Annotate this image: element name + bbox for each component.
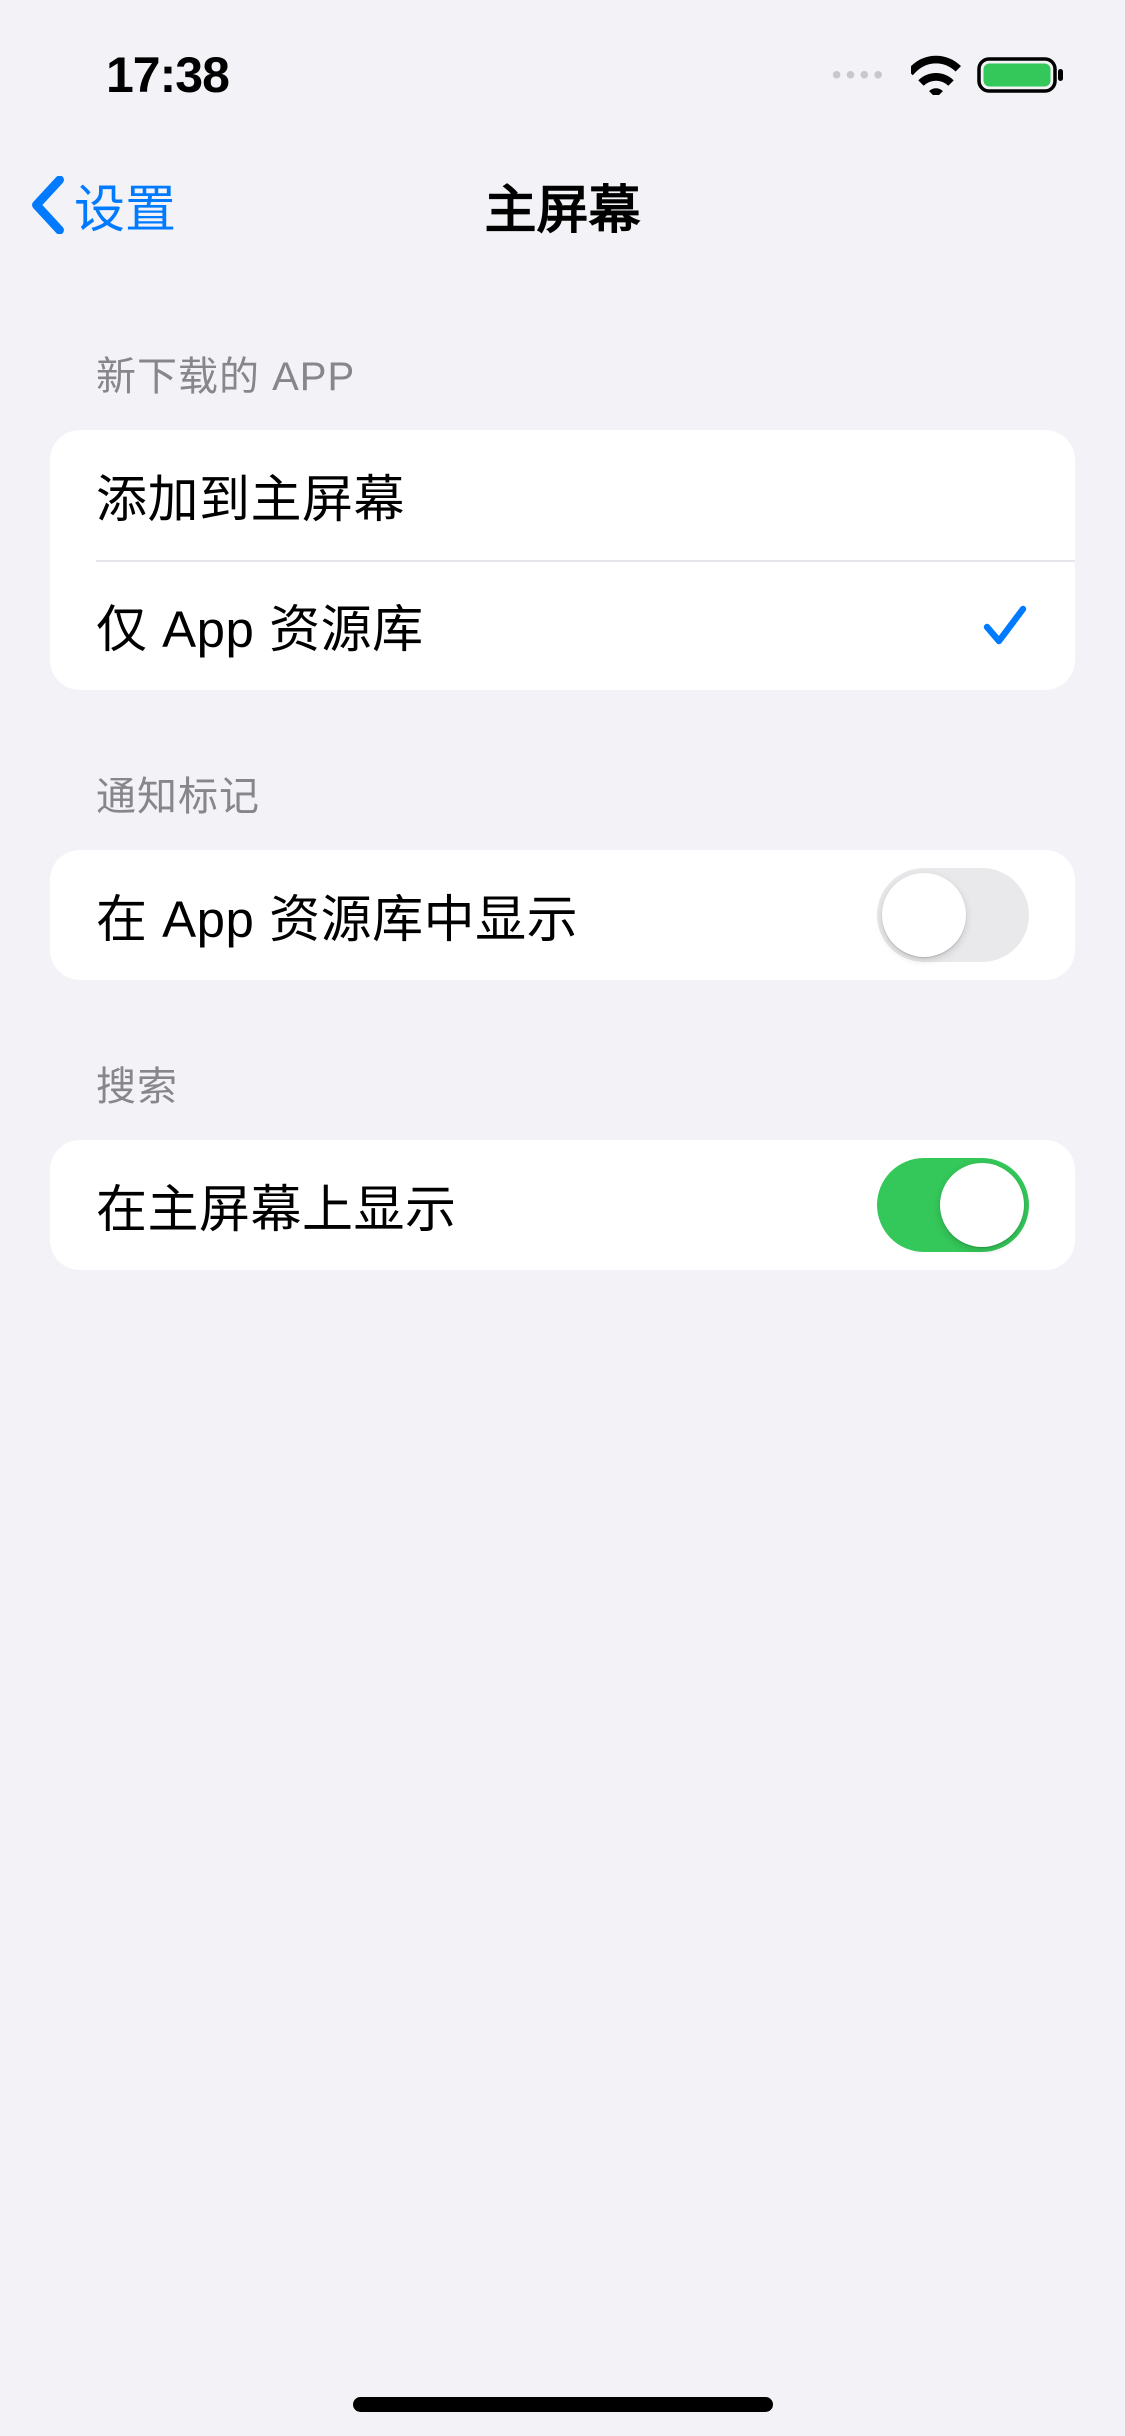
switch-off[interactable] [877, 868, 1029, 962]
option-app-library-only[interactable]: 仅 App 资源库 [50, 560, 1075, 690]
checkmark-icon [981, 601, 1029, 649]
section-search: 搜索 在主屏幕上显示 [0, 1054, 1125, 1270]
option-add-to-home[interactable]: 添加到主屏幕 [50, 430, 1075, 560]
section-header-new-apps: 新下载的 APP [0, 344, 1125, 430]
section-body-badges: 在 App 资源库中显示 [50, 850, 1075, 980]
toggle-show-on-home[interactable]: 在主屏幕上显示 [50, 1140, 1075, 1270]
switch-on[interactable] [877, 1158, 1029, 1252]
battery-icon [977, 55, 1065, 95]
section-body-search: 在主屏幕上显示 [50, 1140, 1075, 1270]
switch-knob [882, 873, 966, 957]
section-new-apps: 新下载的 APP 添加到主屏幕 仅 App 资源库 [0, 344, 1125, 690]
nav-bar: 设置 主屏幕 [0, 140, 1125, 270]
section-badges: 通知标记 在 App 资源库中显示 [0, 764, 1125, 980]
toggle-show-in-app-library[interactable]: 在 App 资源库中显示 [50, 850, 1075, 980]
status-bar: 17:38 •••• [0, 0, 1125, 140]
option-label: 仅 App 资源库 [96, 588, 424, 662]
back-label: 设置 [74, 168, 176, 242]
section-body-new-apps: 添加到主屏幕 仅 App 资源库 [50, 430, 1075, 690]
chevron-left-icon [30, 176, 66, 234]
status-time: 17:38 [106, 46, 229, 104]
home-indicator[interactable] [353, 2397, 773, 2412]
toggle-label: 在 App 资源库中显示 [96, 878, 578, 952]
cellular-dots-icon: •••• [832, 59, 887, 91]
toggle-label: 在主屏幕上显示 [96, 1168, 457, 1242]
section-header-search: 搜索 [0, 1054, 1125, 1140]
switch-knob [940, 1163, 1024, 1247]
status-indicators: •••• [832, 55, 1065, 95]
back-button[interactable]: 设置 [0, 168, 176, 242]
option-label: 添加到主屏幕 [96, 458, 405, 532]
wifi-icon [911, 55, 961, 95]
section-header-badges: 通知标记 [0, 764, 1125, 850]
